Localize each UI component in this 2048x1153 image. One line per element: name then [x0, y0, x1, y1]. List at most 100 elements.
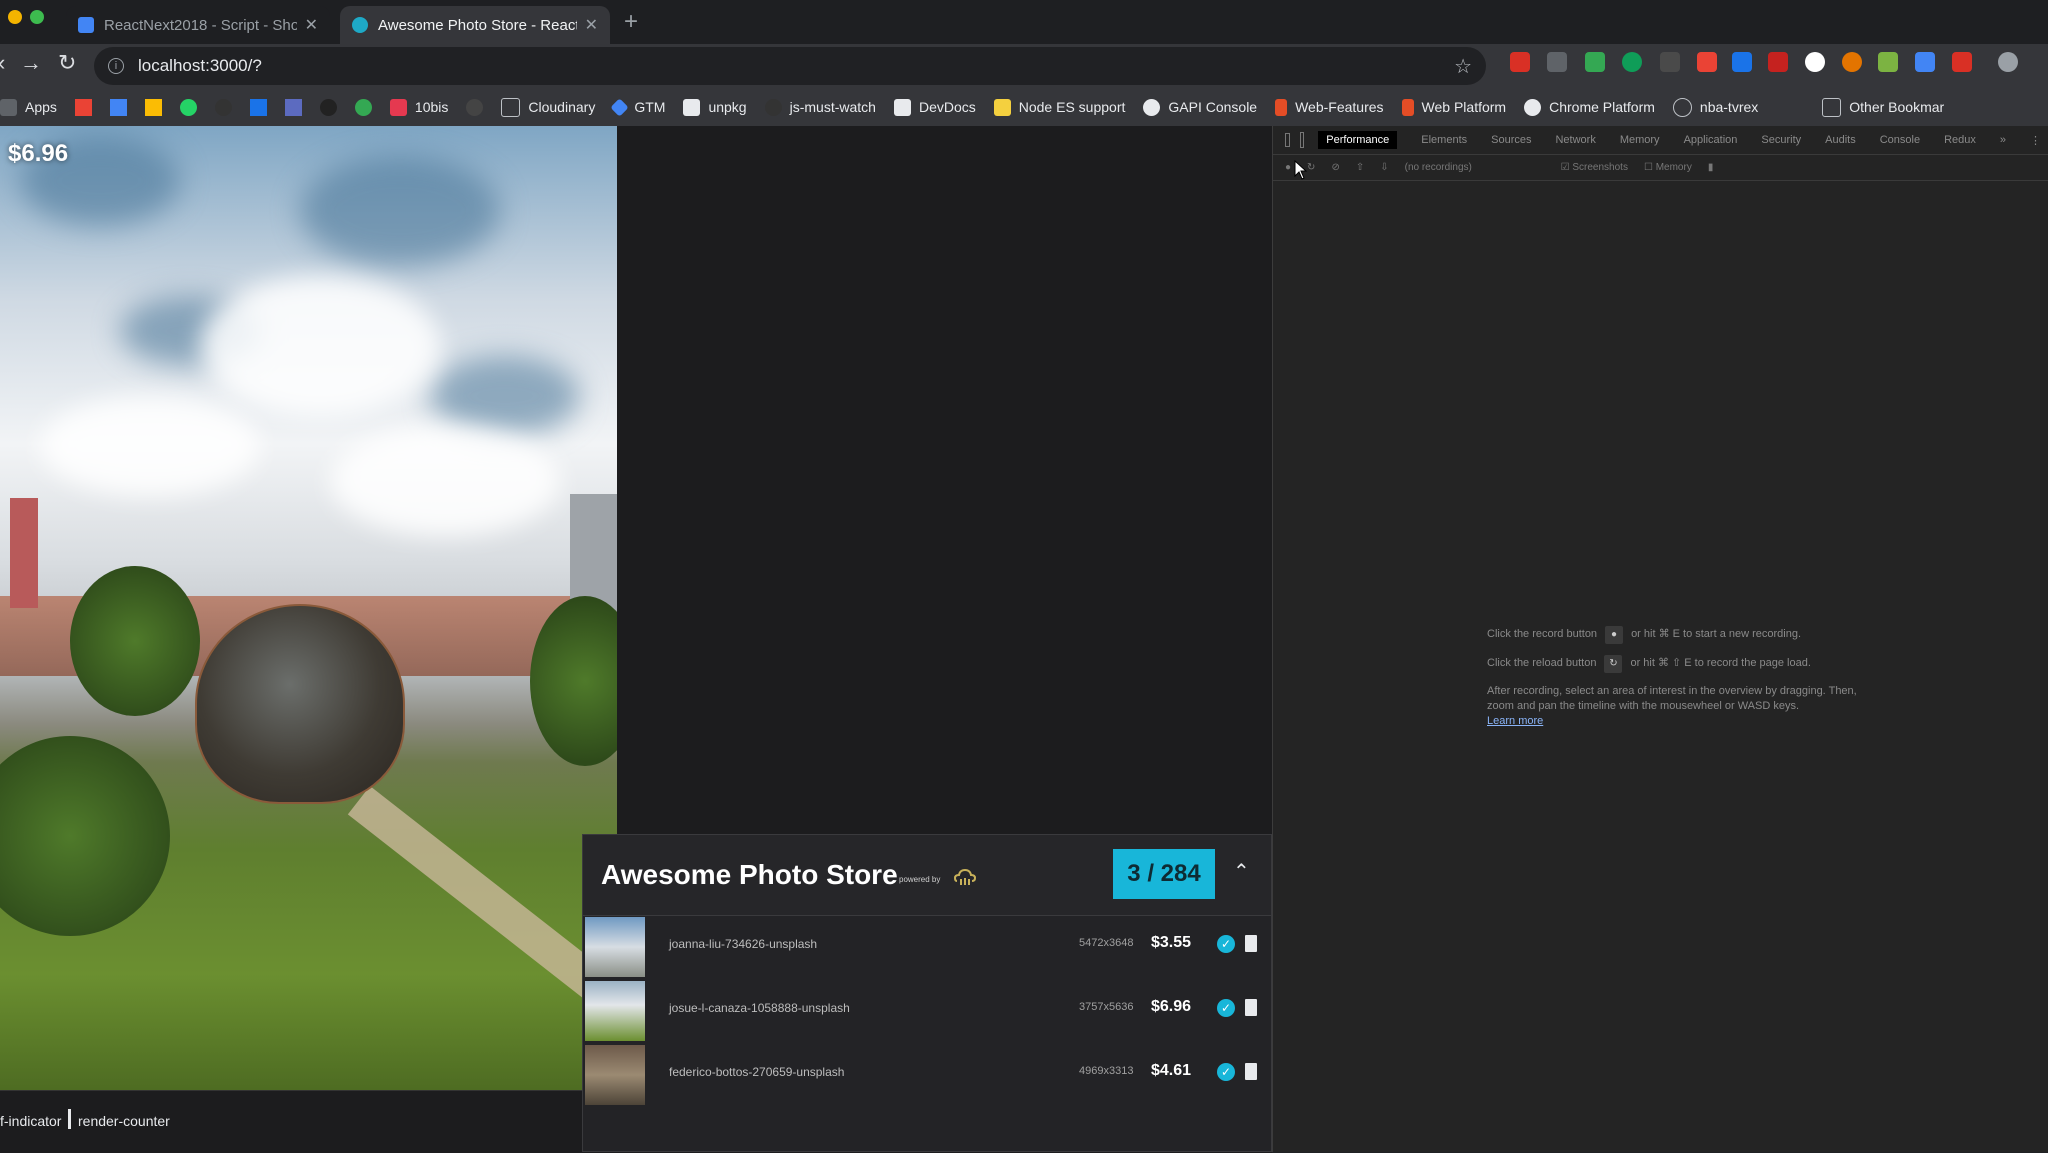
gmail-icon[interactable] — [74, 98, 92, 116]
clear-icon[interactable]: ⊘ — [1331, 162, 1339, 173]
device-toolbar-icon[interactable] — [1300, 132, 1305, 148]
extension-icon[interactable] — [1842, 52, 1862, 72]
record-icon[interactable]: ● — [1285, 162, 1291, 173]
extension-icon[interactable] — [1952, 52, 1972, 72]
maximize-window-button[interactable] — [30, 10, 44, 24]
record-button[interactable]: ● — [1605, 625, 1624, 644]
cart-item[interactable]: federico-bottos-270659-unsplash 4969x331… — [583, 1043, 1271, 1107]
bookmark-cloudinary[interactable]: Cloudinary — [501, 97, 595, 117]
bookmark-gapi-console[interactable]: GAPI Console — [1143, 98, 1257, 116]
tab-sources[interactable]: Sources — [1491, 134, 1531, 146]
reload-icon[interactable]: ↻ — [58, 50, 76, 76]
chevron-up-icon[interactable]: ⌃ — [1233, 859, 1250, 884]
bookmark-star-icon[interactable]: ☆ — [1454, 54, 1472, 79]
reload-button[interactable]: ↻ — [1604, 654, 1623, 673]
cart-item[interactable]: joanna-liu-734626-unsplash 5472x3648 $3.… — [583, 915, 1271, 979]
tab-react-next-script[interactable]: ReactNext2018 - Script - Sho ✕ — [66, 6, 330, 44]
github-icon[interactable] — [214, 98, 232, 116]
reload-record-icon[interactable]: ↻ — [1307, 162, 1315, 173]
product-photo[interactable]: $6.96 — [0, 126, 617, 1090]
bookmark-node-es-support[interactable]: Node ES support — [993, 98, 1125, 116]
tab-memory[interactable]: Memory — [1620, 134, 1660, 146]
close-tab-icon[interactable]: ✕ — [305, 15, 318, 35]
item-name: joanna-liu-734626-unsplash — [669, 937, 818, 951]
extension-icon[interactable] — [1622, 52, 1642, 72]
cart-count-badge[interactable]: 3 / 284 — [1113, 849, 1215, 899]
f-indicator-label[interactable]: f-indicator — [0, 1113, 61, 1129]
bookmark-label: Other Bookmar — [1849, 99, 1945, 115]
bookmark-unpkg[interactable]: unpkg — [683, 98, 747, 116]
inspect-element-icon[interactable] — [1285, 133, 1291, 147]
close-tab-icon[interactable]: ✕ — [585, 15, 598, 35]
memory-checkbox[interactable]: ☐ Memory — [1644, 162, 1692, 173]
bookmark-icon[interactable] — [466, 98, 484, 116]
bookmark-other[interactable]: Other Bookmar — [1822, 97, 1945, 117]
bookmark-icon[interactable] — [319, 98, 337, 116]
learn-more-link[interactable]: Learn more — [1487, 714, 1867, 729]
folder-icon — [1822, 97, 1842, 117]
upload-icon[interactable]: ⇧ — [1356, 162, 1364, 173]
extension-icon[interactable] — [1585, 52, 1605, 72]
browser-toolbar: ‹ → ↻ i localhost:3000/? ☆ Apps 10 — [0, 44, 2048, 126]
tab-application[interactable]: Application — [1684, 134, 1738, 146]
tab-title: ReactNext2018 - Script - Sho — [104, 16, 297, 34]
bookmark-icon[interactable] — [354, 98, 372, 116]
cart-header[interactable]: Awesome Photo Store powered by 3 / 284 ⌃ — [583, 835, 1271, 916]
extension-icon[interactable] — [1547, 52, 1567, 72]
extension-icon[interactable] — [1805, 52, 1825, 72]
trash-icon[interactable] — [1245, 999, 1257, 1016]
tab-redux[interactable]: Redux — [1944, 134, 1976, 146]
info-icon[interactable]: i — [108, 58, 124, 74]
bookmark-chrome-platform[interactable]: Chrome Platform — [1524, 98, 1655, 116]
tab-audits[interactable]: Audits — [1825, 134, 1856, 146]
extension-icon[interactable] — [1660, 52, 1680, 72]
check-icon[interactable]: ✓ — [1217, 1063, 1235, 1081]
kebab-menu-icon[interactable]: ⋮ — [2030, 134, 2041, 147]
calendar-icon[interactable] — [109, 98, 127, 116]
bookmark-web-features[interactable]: Web-Features — [1275, 98, 1384, 116]
drive-icon[interactable] — [144, 98, 162, 116]
extension-icon[interactable] — [1768, 52, 1788, 72]
download-icon[interactable]: ⇩ — [1380, 162, 1388, 173]
bookmark-icon[interactable] — [284, 98, 302, 116]
trash-icon[interactable]: ▮ — [1708, 162, 1714, 173]
extension-icon[interactable] — [1878, 52, 1898, 72]
profile-avatar[interactable] — [1998, 52, 2018, 72]
tab-console[interactable]: Console — [1880, 134, 1920, 146]
item-dimensions: 3757x5636 — [1079, 1001, 1134, 1013]
extension-icon[interactable] — [1697, 52, 1717, 72]
item-thumbnail — [585, 981, 645, 1041]
extension-icon[interactable] — [1510, 52, 1530, 72]
bookmark-10bis[interactable]: 10bis — [389, 98, 448, 116]
back-arrow-icon[interactable]: ‹ — [0, 50, 5, 76]
check-icon[interactable]: ✓ — [1217, 999, 1235, 1017]
trash-icon[interactable] — [1245, 1063, 1257, 1080]
tab-network[interactable]: Network — [1555, 134, 1595, 146]
bookmark-gtm[interactable]: GTM — [610, 97, 665, 117]
recordings-select[interactable]: (no recordings) — [1405, 162, 1545, 173]
address-bar[interactable]: i localhost:3000/? ☆ — [94, 47, 1486, 85]
check-icon[interactable]: ✓ — [1217, 935, 1235, 953]
trash-icon[interactable] — [1245, 935, 1257, 952]
bookmark-apps[interactable]: Apps — [0, 98, 57, 116]
tab-elements[interactable]: Elements — [1421, 134, 1467, 146]
more-tabs-button[interactable]: » — [2000, 134, 2006, 146]
cart-item[interactable]: josue-l-canaza-1058888-unsplash 3757x563… — [583, 979, 1271, 1043]
tab-performance[interactable]: Performance — [1318, 131, 1398, 149]
extension-icon[interactable] — [1732, 52, 1752, 72]
bookmark-js-must-watch[interactable]: js-must-watch — [764, 98, 876, 116]
bookmark-nba-tvrex[interactable]: nba-tvrex — [1672, 97, 1758, 117]
tab-awesome-photo-store[interactable]: Awesome Photo Store - React ✕ — [340, 6, 610, 44]
bookmark-web-platform[interactable]: Web Platform — [1401, 98, 1506, 116]
render-counter-label[interactable]: render-counter — [78, 1113, 170, 1129]
extension-icon[interactable] — [1915, 52, 1935, 72]
url-text[interactable]: localhost:3000/? — [138, 56, 1454, 76]
bookmark-devdocs[interactable]: DevDocs — [893, 98, 976, 116]
bookmark-icon[interactable] — [249, 98, 267, 116]
new-tab-button[interactable]: + — [624, 8, 638, 36]
minimize-window-button[interactable] — [8, 10, 22, 24]
forward-arrow-icon[interactable]: → — [20, 50, 42, 76]
whatsapp-icon[interactable] — [179, 98, 197, 116]
tab-security[interactable]: Security — [1761, 134, 1801, 146]
screenshots-checkbox[interactable]: ☑ Screenshots — [1561, 162, 1628, 173]
